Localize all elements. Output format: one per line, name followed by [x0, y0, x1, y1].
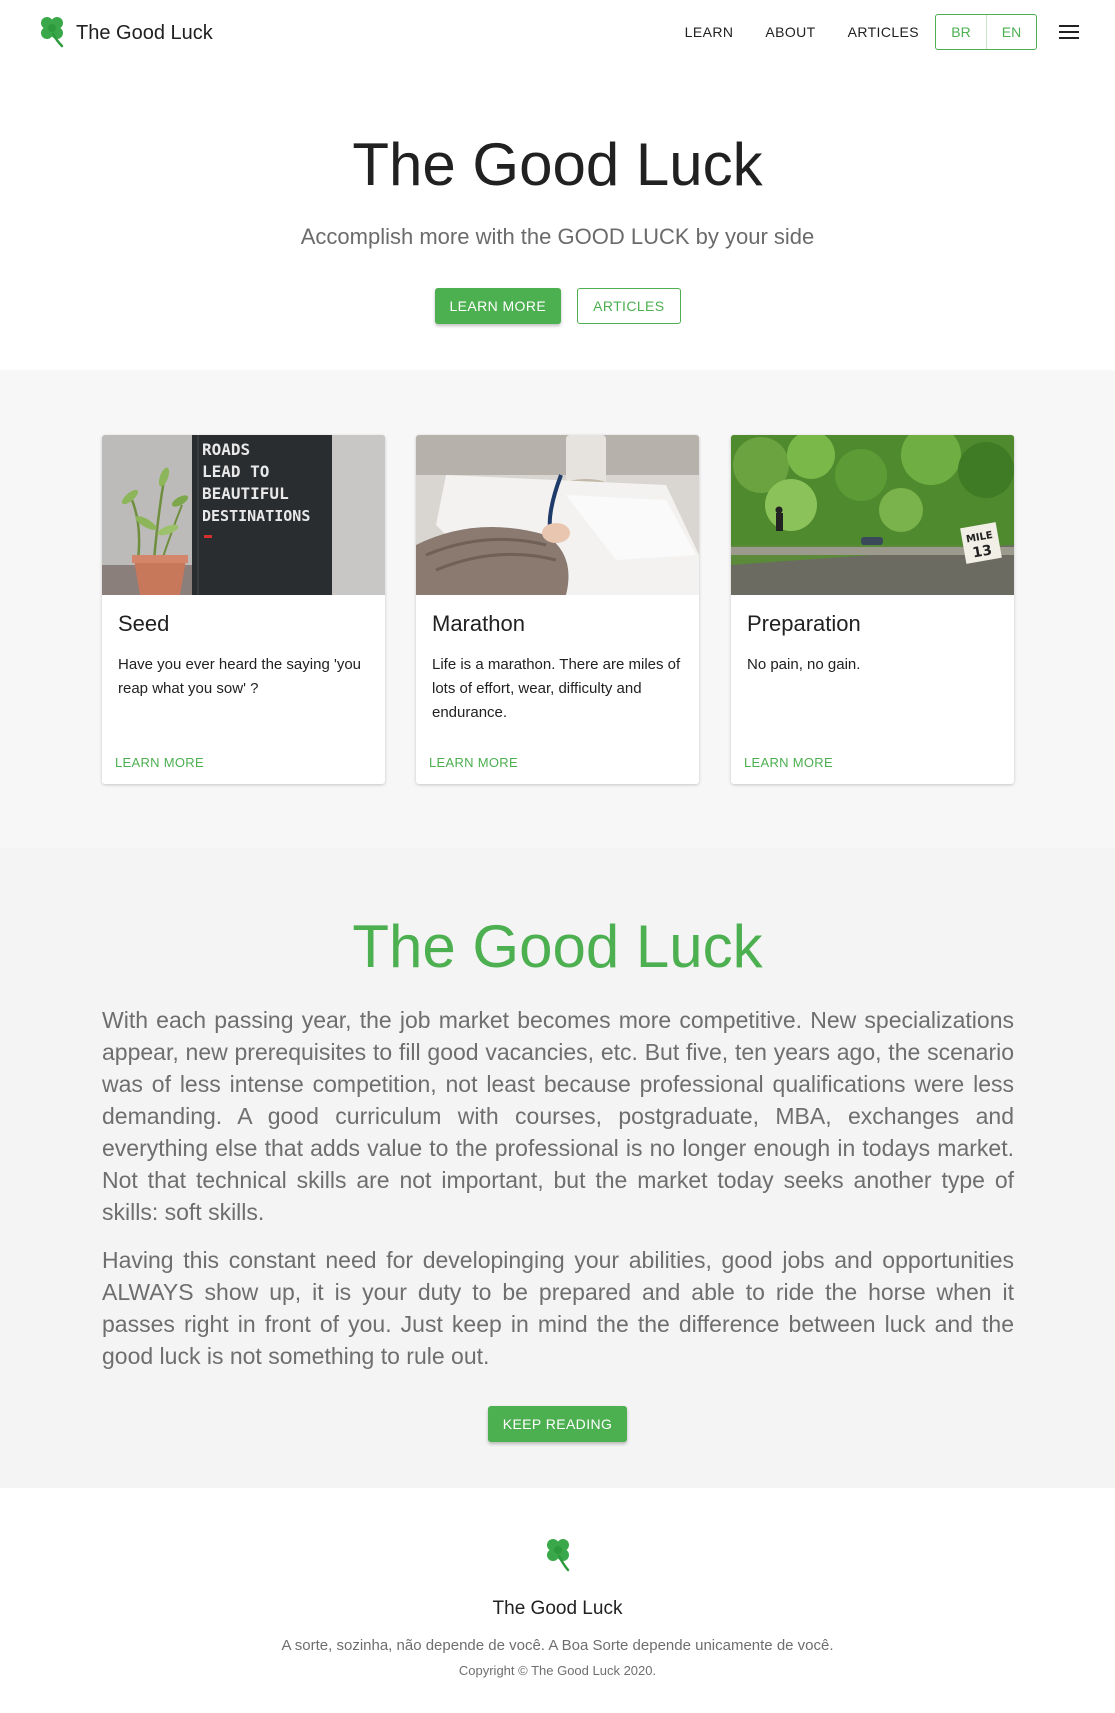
lang-en-button[interactable]: EN	[986, 15, 1036, 49]
card-text: Have you ever heard the saying 'you reap…	[118, 656, 362, 697]
marathon-image	[416, 435, 699, 595]
clover-icon	[38, 14, 66, 53]
card-learn-more-link[interactable]: LEARN MORE	[744, 755, 833, 770]
seed-board-line-1: ROADS	[202, 440, 250, 459]
card-learn-more-link[interactable]: LEARN MORE	[115, 755, 204, 770]
footer-tagline: A sorte, sozinha, não depende de você. A…	[281, 1637, 834, 1654]
card-learn-more-link[interactable]: LEARN MORE	[429, 755, 518, 770]
nav-about[interactable]: ABOUT	[765, 24, 815, 40]
seed-image: ROADS LEAD TO BEAUTIFUL DESTINATIONS	[102, 435, 385, 595]
footer-copyright: Copyright © The Good Luck 2020.	[458, 1663, 657, 1678]
cards-section: ROADS LEAD TO BEAUTIFUL DESTINATIONS See…	[0, 370, 1115, 848]
lang-br-button[interactable]: BR	[936, 15, 986, 49]
seed-board-line-2: LEAD TO	[202, 462, 269, 481]
about-paragraph-2: Having this constant need for developing…	[102, 1247, 1014, 1369]
about-title: The Good Luck	[352, 913, 763, 980]
brand[interactable]: The Good Luck	[38, 14, 213, 53]
footer-brand: The Good Luck	[492, 1598, 623, 1619]
card-marathon: Marathon Life is a marathon. There are m…	[416, 435, 699, 784]
card-preparation: MILE 13 Preparation No pain, no gain. LE…	[731, 435, 1014, 784]
card-title: Preparation	[747, 611, 861, 636]
card-text: No pain, no gain.	[747, 656, 861, 673]
brand-name: The Good Luck	[76, 22, 213, 44]
nav-learn[interactable]: LEARN	[685, 24, 734, 40]
seed-board-line-4: DESTINATIONS	[202, 507, 310, 525]
hamburger-menu-icon[interactable]	[1059, 25, 1079, 39]
footer: The Good Luck A sorte, sozinha, não depe…	[0, 1488, 1115, 1713]
hero-title: The Good Luck	[352, 131, 763, 198]
mile-sign-number: 13	[971, 542, 993, 561]
hero-section: The Good Luck Accomplish more with the G…	[0, 66, 1115, 370]
preparation-image: MILE 13	[731, 435, 1014, 595]
main-nav: LEARN ABOUT ARTICLES BR EN	[685, 14, 1079, 50]
language-toggle: BR EN	[935, 14, 1037, 50]
hero-actions: LEARN MORE ARTICLES	[0, 288, 1115, 324]
nav-articles[interactable]: ARTICLES	[848, 24, 919, 40]
card-text: Life is a marathon. There are miles of l…	[432, 656, 681, 721]
about-paragraph-1: With each passing year, the job market b…	[102, 1007, 1014, 1225]
about-section: The Good Luck With each passing year, th…	[0, 848, 1115, 1488]
card-title: Seed	[118, 611, 170, 636]
card-seed: ROADS LEAD TO BEAUTIFUL DESTINATIONS See…	[102, 435, 385, 784]
keep-reading-button[interactable]: KEEP READING	[487, 1406, 628, 1442]
learn-more-button[interactable]: LEARN MORE	[434, 288, 562, 324]
seed-board-line-3: BEAUTIFUL	[202, 484, 289, 503]
card-title: Marathon	[432, 611, 525, 636]
hero-subtitle: Accomplish more with the GOOD LUCK by yo…	[300, 224, 815, 249]
clover-icon	[0, 1536, 1115, 1572]
top-app-bar: The Good Luck LEARN ABOUT ARTICLES BR EN	[0, 0, 1115, 66]
articles-button[interactable]: ARTICLES	[577, 288, 681, 324]
about-actions: KEEP READING	[0, 1406, 1115, 1442]
